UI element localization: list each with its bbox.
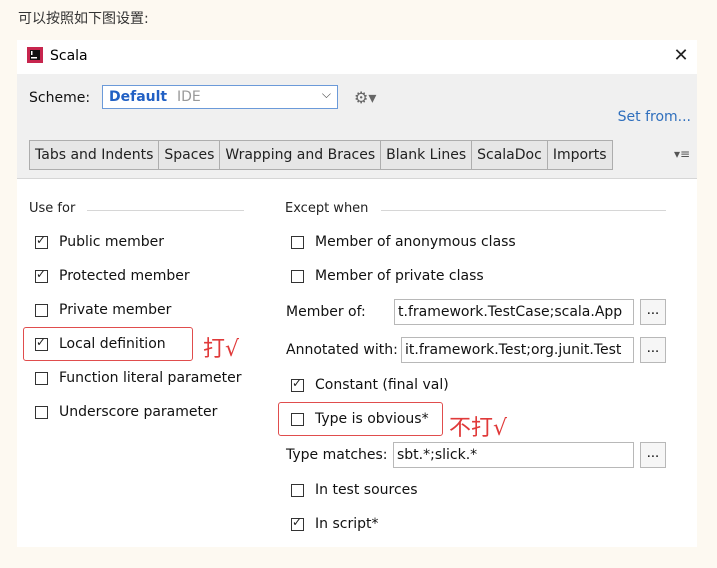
- scheme-label: Scheme:: [29, 90, 91, 106]
- scala-settings-dialog: Scala ✕ Scheme: Default IDE ⌵ ⚙▾ Set fro…: [17, 40, 697, 547]
- checkbox-in-script[interactable]: ✓ In script*: [291, 514, 379, 532]
- highlight-type-is-obvious: [278, 402, 443, 436]
- checkbox-box: ✓: [291, 375, 304, 392]
- check-icon: ✓: [292, 375, 303, 390]
- checkbox-label: Private member: [59, 302, 172, 318]
- checkbox-box: [35, 303, 48, 317]
- checkbox-constant-final-val[interactable]: ✓ Constant (final val): [291, 375, 449, 393]
- tabs-overflow-menu-icon[interactable]: ▾≡: [674, 147, 690, 161]
- type-matches-browse-button[interactable]: ...: [640, 442, 666, 468]
- checkbox-box: ✓: [35, 232, 48, 249]
- intellij-app-icon: [27, 47, 43, 63]
- tab-tabs-and-indents[interactable]: Tabs and Indents: [30, 141, 160, 169]
- checkbox-label: Member of private class: [315, 268, 484, 284]
- checkbox-public-member[interactable]: ✓ Public member: [35, 232, 165, 250]
- type-matches-label: Type matches:: [286, 447, 388, 463]
- check-icon: ✓: [292, 514, 303, 529]
- checkbox-protected-member[interactable]: ✓ Protected member: [35, 266, 190, 284]
- page-caption: 可以按照如下图设置:: [18, 11, 149, 27]
- checkbox-box: [291, 235, 304, 249]
- set-from-link[interactable]: Set from...: [618, 109, 691, 125]
- annotation-uncheck: 不打√: [449, 416, 508, 441]
- checkbox-label: Member of anonymous class: [315, 234, 516, 250]
- annotated-with-input[interactable]: it.framework.Test;org.junit.Test: [401, 337, 634, 363]
- use-for-title: Use for: [29, 201, 76, 216]
- checkbox-box: ✓: [291, 514, 304, 531]
- tab-blank-lines[interactable]: Blank Lines: [381, 141, 473, 169]
- scheme-suffix: IDE: [177, 89, 201, 105]
- tab-wrapping-and-braces[interactable]: Wrapping and Braces: [220, 141, 382, 169]
- settings-tabs: Tabs and Indents Spaces Wrapping and Bra…: [29, 140, 613, 170]
- except-when-title: Except when: [285, 201, 369, 216]
- gear-icon[interactable]: ⚙▾: [354, 88, 376, 107]
- checkbox-box: [35, 371, 48, 385]
- checkbox-underscore-parameter[interactable]: Underscore parameter: [35, 404, 217, 420]
- check-icon: ✓: [36, 232, 47, 247]
- member-of-browse-button[interactable]: ...: [640, 299, 666, 325]
- scheme-value: Default: [109, 89, 168, 105]
- checkbox-function-literal-parameter[interactable]: Function literal parameter: [35, 370, 241, 386]
- checkbox-member-of-anonymous-class[interactable]: Member of anonymous class: [291, 234, 516, 250]
- annotated-with-browse-button[interactable]: ...: [640, 337, 666, 363]
- highlight-local-definition: [23, 327, 193, 361]
- scheme-dropdown[interactable]: Default IDE ⌵: [102, 85, 338, 109]
- checkbox-box: [291, 483, 304, 497]
- checkbox-box: ✓: [35, 266, 48, 283]
- type-annotations-panel: Use for ✓ Public member ✓ Protected memb…: [17, 178, 697, 547]
- checkbox-label: Constant (final val): [315, 377, 449, 393]
- checkbox-label: Underscore parameter: [59, 404, 218, 420]
- checkbox-label: In script*: [315, 516, 379, 532]
- window-title: Scala: [50, 48, 88, 64]
- checkbox-box: [291, 269, 304, 283]
- member-of-input[interactable]: t.framework.TestCase;scala.App: [394, 299, 634, 325]
- checkbox-label: Protected member: [59, 268, 190, 284]
- checkbox-label: Public member: [59, 234, 165, 250]
- annotated-with-label: Annotated with:: [286, 342, 398, 358]
- checkbox-member-of-private-class[interactable]: Member of private class: [291, 268, 484, 284]
- type-matches-input[interactable]: sbt.*;slick.*: [393, 442, 634, 468]
- annotation-check: 打√: [203, 337, 240, 362]
- checkbox-label: Function literal parameter: [59, 370, 242, 386]
- except-when-divider: [381, 210, 666, 211]
- checkbox-label: In test sources: [315, 482, 418, 498]
- checkbox-private-member[interactable]: Private member: [35, 302, 171, 318]
- tab-imports[interactable]: Imports: [548, 141, 612, 169]
- chevron-down-icon: ⌵: [321, 87, 331, 101]
- checkbox-in-test-sources[interactable]: In test sources: [291, 482, 418, 498]
- close-icon[interactable]: ✕: [669, 44, 693, 68]
- member-of-label: Member of:: [286, 304, 366, 320]
- use-for-divider: [87, 210, 244, 211]
- check-icon: ✓: [36, 266, 47, 281]
- tab-spaces[interactable]: Spaces: [159, 141, 221, 169]
- checkbox-box: [35, 405, 48, 419]
- title-bar: Scala ✕: [17, 40, 697, 74]
- tab-scaladoc[interactable]: ScalaDoc: [472, 141, 548, 169]
